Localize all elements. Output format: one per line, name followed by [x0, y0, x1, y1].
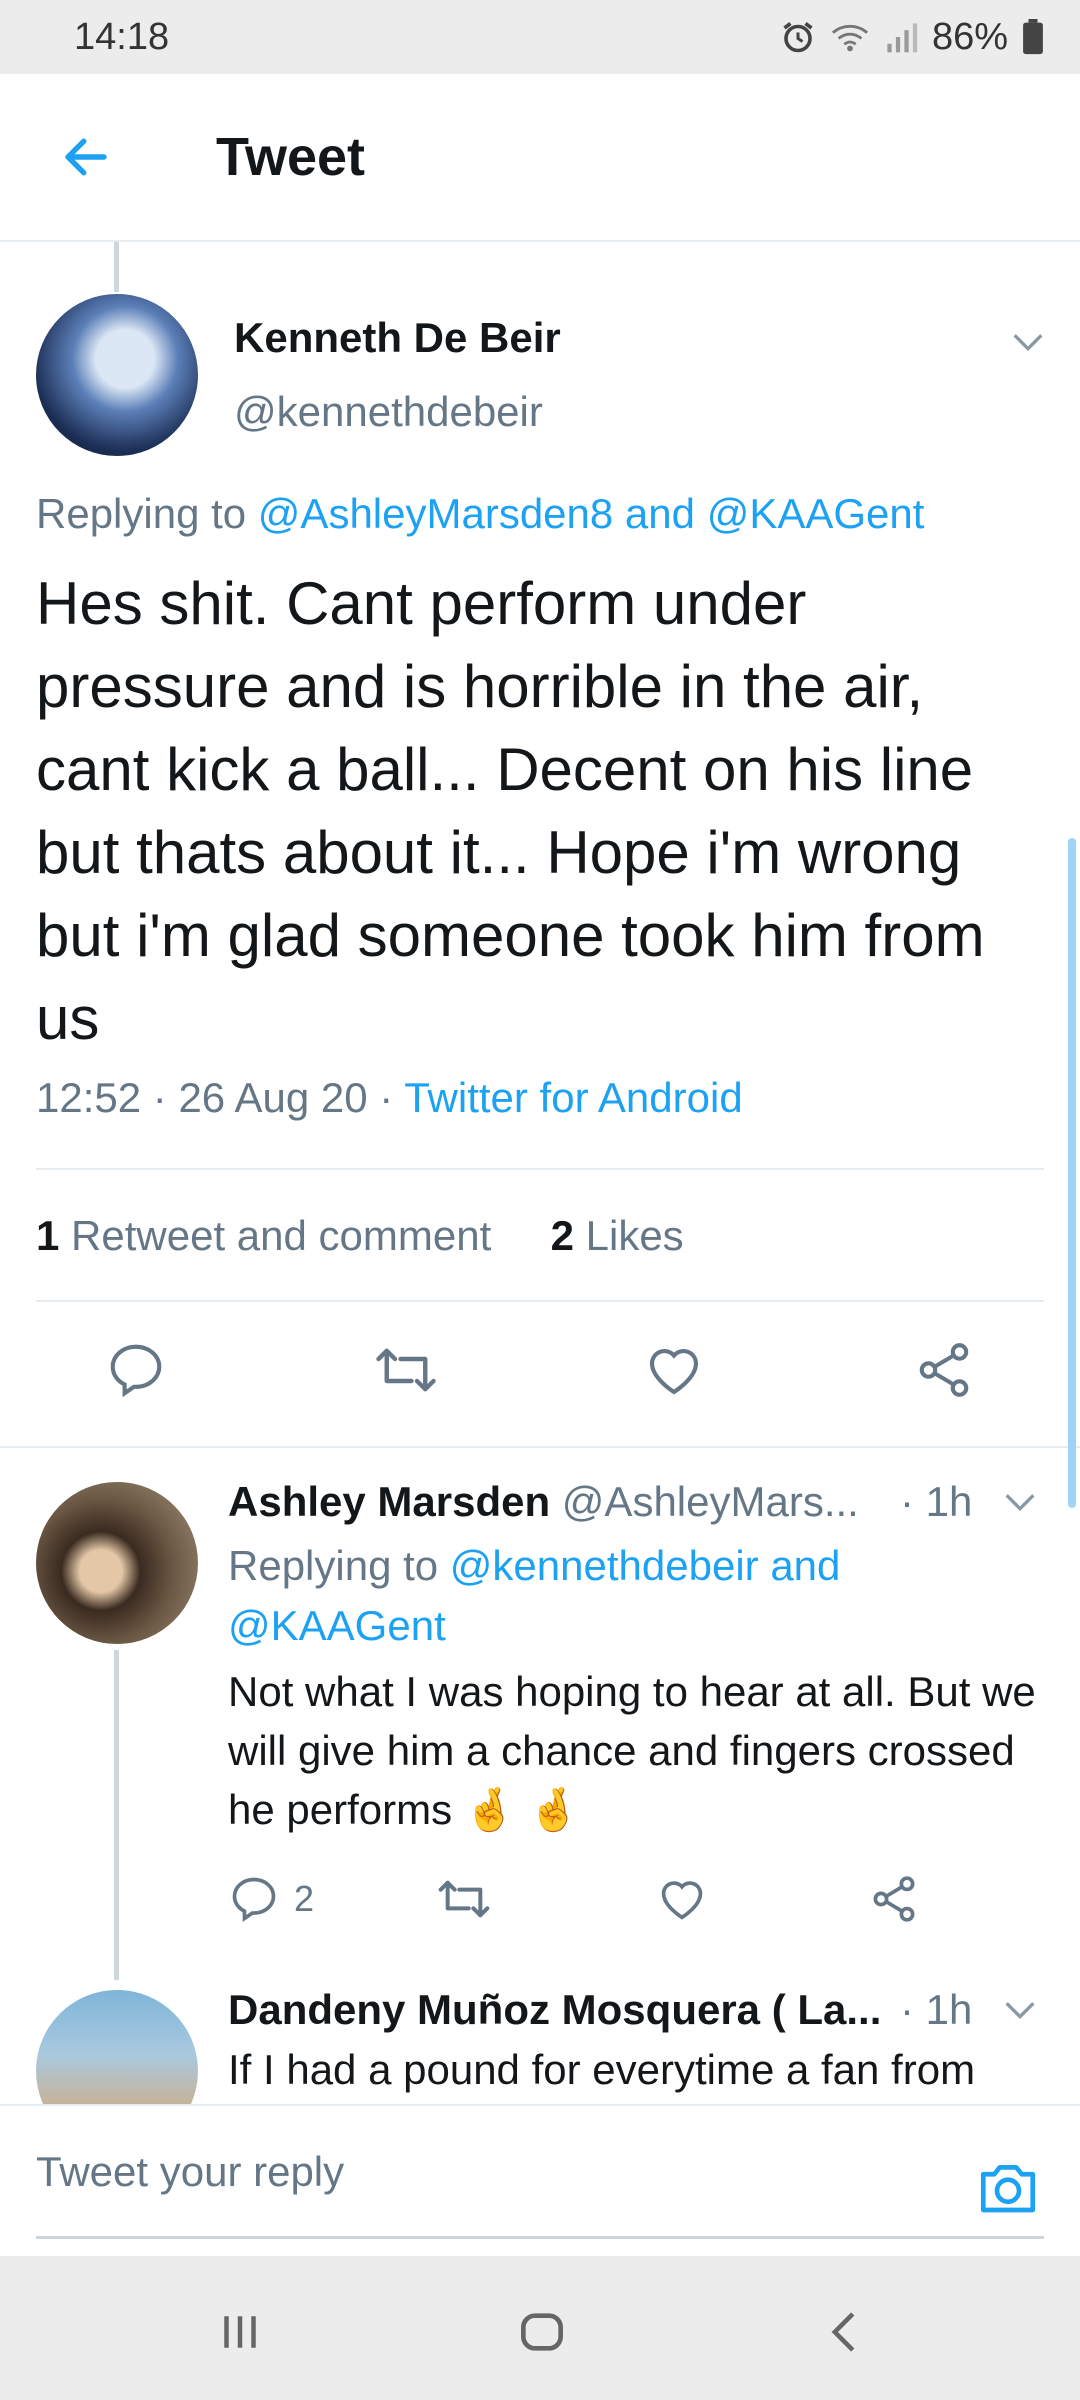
status-bar: 14:18 86%: [0, 0, 1080, 74]
avatar[interactable]: [36, 294, 198, 456]
tweet-stats: 1 Retweet and comment 2 Likes: [36, 1212, 684, 1260]
like-button[interactable]: [656, 1864, 708, 1934]
tweet-time: 12:52: [36, 1074, 142, 1121]
tweet-text: Hes shit. Cant perform under pressure an…: [36, 570, 985, 1052]
system-nav-bar: [0, 2256, 1080, 2400]
mention-link[interactable]: @KAAGent: [707, 490, 925, 537]
author-handle[interactable]: @kennethdebeir: [234, 388, 543, 436]
reply-author-name[interactable]: Dandeny Muñoz Mosquera ( La...: [228, 1986, 881, 2033]
avatar[interactable]: [36, 1482, 198, 1644]
retweet-icon: [376, 1348, 436, 1392]
retweet-button[interactable]: [366, 1330, 446, 1410]
reply-header: Ashley Marsden @AshleyMars...: [228, 1478, 859, 1526]
chevron-down-icon[interactable]: [1000, 1482, 1040, 1527]
retweet-button[interactable]: [436, 1864, 492, 1934]
wifi-icon: [830, 19, 870, 55]
replying-to: Replying to @kennethdebeir and @KAAGent: [228, 1542, 841, 1649]
like-button[interactable]: [634, 1330, 714, 1410]
divider: [36, 1300, 1044, 1302]
tweet-meta: 12:52 · 26 Aug 20 · Twitter for Android: [36, 1074, 743, 1121]
status-time: 14:18: [74, 15, 170, 58]
tweet-source-link[interactable]: Twitter for Android: [404, 1074, 742, 1121]
chevron-down-icon[interactable]: [1008, 322, 1048, 367]
likes-stat[interactable]: 2 Likes: [551, 1212, 684, 1259]
reply-button[interactable]: [96, 1330, 176, 1410]
reply-time: · 1h: [900, 1986, 973, 2033]
reply-actions: 2: [228, 1864, 1028, 1934]
reply-time: · 1h: [900, 1478, 973, 1525]
back-button[interactable]: [44, 115, 128, 199]
reply-count: 2: [294, 1878, 315, 1919]
back-nav-button[interactable]: [806, 2292, 886, 2372]
back-nav-icon: [831, 2312, 855, 2352]
home-icon: [521, 2313, 563, 2351]
thread-line: [114, 242, 119, 292]
battery-icon: [1022, 19, 1044, 55]
arrow-left-icon: [65, 138, 107, 176]
reply-author-name[interactable]: Ashley Marsden: [228, 1478, 550, 1525]
share-icon: [873, 1876, 915, 1922]
camera-button[interactable]: [970, 2150, 1046, 2226]
reply-icon: [232, 1877, 276, 1923]
page-title: Tweet: [216, 127, 366, 187]
heart-icon: [661, 1881, 703, 1920]
reply-input[interactable]: Tweet your reply: [36, 2148, 344, 2196]
recent-apps-button[interactable]: [200, 2292, 280, 2372]
mention-link[interactable]: @AshleyMarsden8: [258, 490, 613, 537]
app-bar: Tweet: [0, 74, 1080, 242]
divider: [0, 1446, 1080, 1448]
scrollbar[interactable]: [1068, 838, 1076, 1508]
heart-icon: [649, 1348, 699, 1395]
share-button[interactable]: [868, 1864, 920, 1934]
divider: [36, 1168, 1044, 1170]
author-name[interactable]: Kenneth De Beir: [234, 314, 561, 362]
thread-line: [114, 1650, 119, 1980]
share-icon: [919, 1343, 969, 1397]
battery-percent: 86%: [931, 15, 1008, 58]
chevron-down-icon[interactable]: [1000, 1990, 1040, 2035]
reply-header: Dandeny Muñoz Mosquera ( La...: [228, 1986, 881, 2034]
compose-bar: Tweet your reply: [0, 2104, 1080, 2256]
reply-text: Not what I was hoping to hear at all. Bu…: [228, 1668, 1036, 1833]
tweet-date: 26 Aug 20: [178, 1074, 368, 1121]
alarm-icon: [780, 19, 816, 55]
home-button[interactable]: [502, 2292, 582, 2372]
retweets-stat[interactable]: 1 Retweet and comment: [36, 1212, 491, 1259]
signal-icon: [884, 20, 918, 54]
status-icons: 86%: [780, 16, 1044, 59]
reply-icon: [110, 1344, 162, 1398]
replying-to: Replying to @AshleyMarsden8 and @KAAGent: [36, 490, 925, 537]
reply-button[interactable]: 2: [228, 1864, 314, 1934]
camera-icon: [980, 2165, 1036, 2213]
recent-apps-icon: [224, 2316, 256, 2348]
retweet-icon: [438, 1880, 490, 1918]
reply-text: If I had a pound for everytime a fan fro…: [228, 2046, 976, 2093]
share-button[interactable]: [904, 1330, 984, 1410]
input-underline: [36, 2236, 1044, 2239]
tweet-actions: [0, 1330, 1080, 1410]
reply-author-handle[interactable]: @AshleyMars...: [562, 1478, 859, 1525]
